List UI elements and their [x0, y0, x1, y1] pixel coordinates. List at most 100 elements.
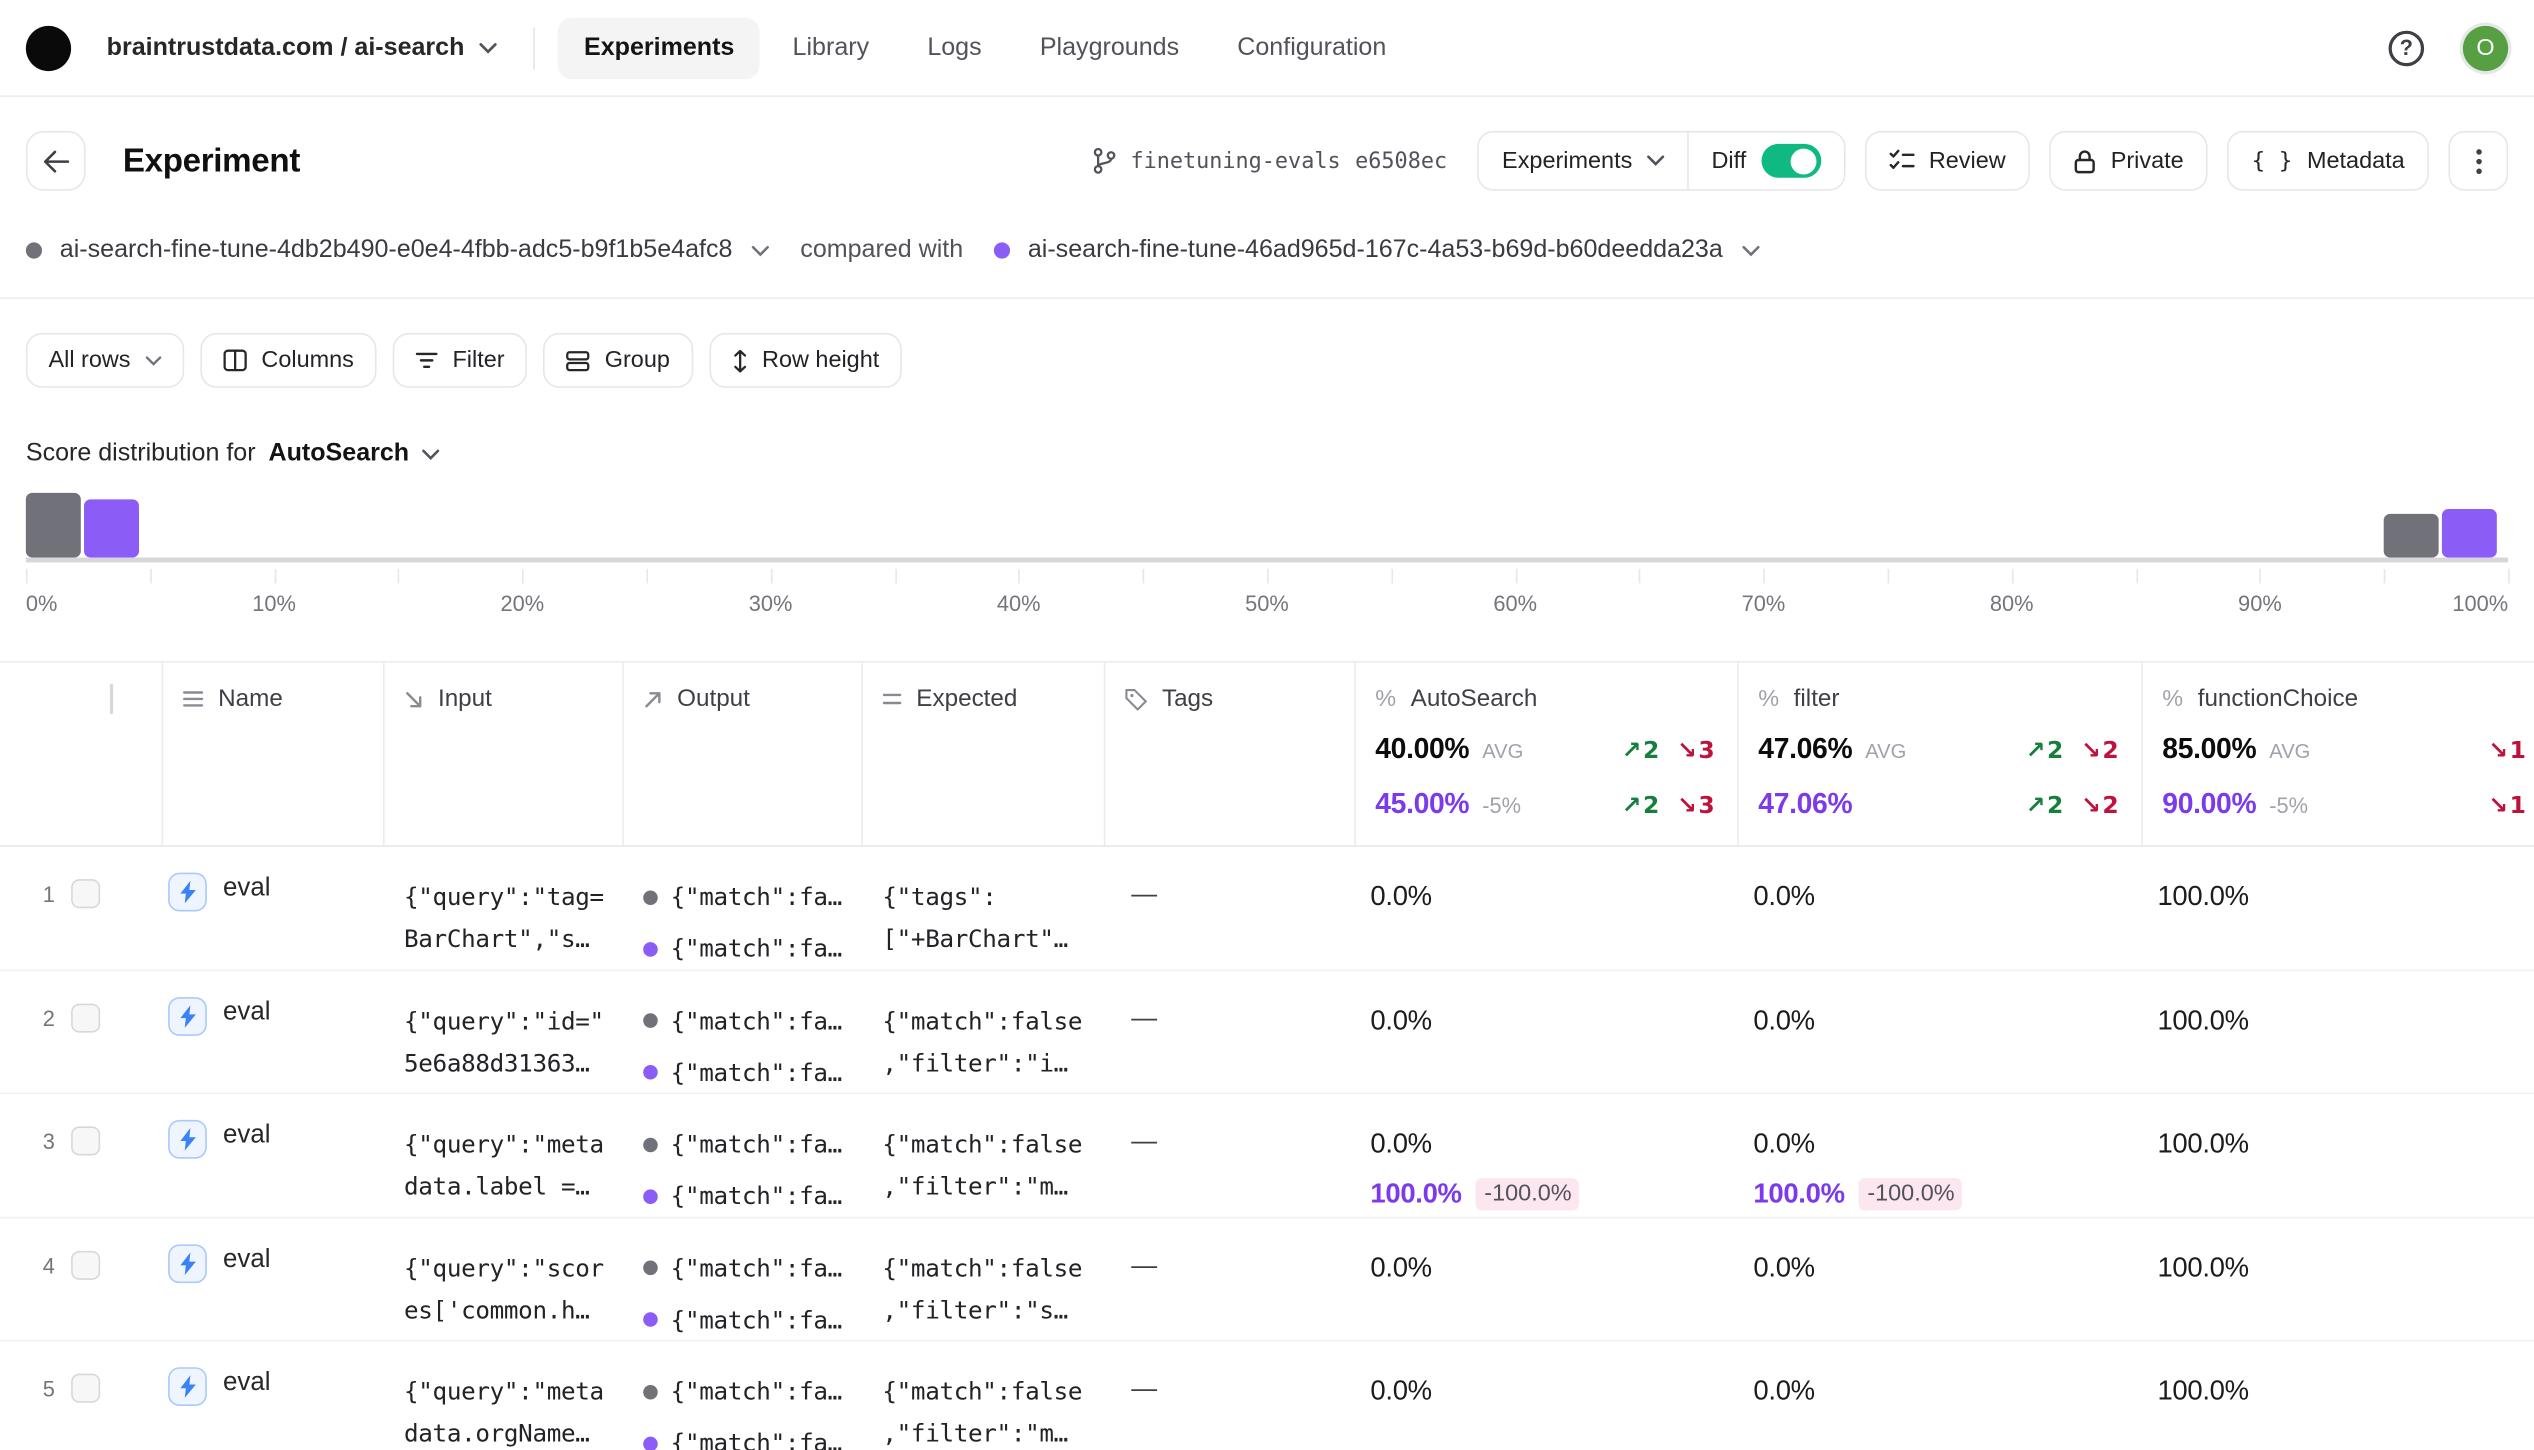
- score-distribution-selector[interactable]: Score distribution for AutoSearch: [26, 440, 440, 469]
- column-header-filter[interactable]: % filter 47.06% AVG 2 2 47.06% 2 2: [1737, 662, 2141, 846]
- column-header-output[interactable]: Output: [622, 662, 861, 846]
- row-height-label: Row height: [762, 347, 880, 374]
- row-checkbox[interactable]: [71, 1126, 101, 1156]
- percent-icon: %: [2162, 686, 2184, 712]
- histogram-bar: [2441, 509, 2497, 558]
- more-menu-button[interactable]: [2448, 130, 2509, 191]
- git-branch-info[interactable]: finetuning-evals e6508ec: [1092, 147, 1447, 174]
- axis-tick-label: 60%: [1493, 591, 1538, 616]
- improvements-count: 2: [1622, 793, 1659, 819]
- row-checkbox[interactable]: [71, 1002, 101, 1032]
- row-checkbox[interactable]: [71, 1373, 101, 1403]
- row-name: eval: [223, 1245, 271, 1273]
- input-cell: {"query":"id=" 5e6a88d31363…: [404, 1006, 604, 1078]
- output-cell: {"match":fa… {"match":fa…: [622, 1218, 861, 1340]
- app-window: braintrustdata.com / ai-search Experimen…: [0, 0, 2534, 1450]
- row-name: eval: [223, 874, 271, 902]
- axis-tick: [274, 568, 277, 584]
- table-row[interactable]: 3 eval {"query":"meta data.label =… {"mat…: [0, 1094, 2534, 1218]
- input-cell: {"query":"tag= BarChart","s…: [404, 882, 604, 954]
- select-all-checkbox[interactable]: [109, 683, 114, 715]
- score-distribution-label: Score distribution for: [25, 439, 256, 468]
- tab-configuration[interactable]: Configuration: [1211, 17, 1412, 78]
- output-cell: {"match":fa… {"match":fa…: [622, 970, 861, 1092]
- histogram-bar: [84, 499, 139, 558]
- percent-icon: %: [1375, 686, 1397, 712]
- experiments-diff-group: Experiments Diff: [1477, 130, 1845, 191]
- table-row[interactable]: 4 eval {"query":"scor es['common.h… {"mat…: [0, 1218, 2534, 1342]
- all-rows-dropdown[interactable]: All rows: [25, 332, 184, 388]
- name-cell: eval: [162, 970, 383, 1092]
- columns-button[interactable]: Columns: [200, 332, 377, 388]
- filter-score-cell: 0.0%: [1753, 880, 1815, 912]
- breadcrumb[interactable]: braintrustdata.com / ai-search: [107, 33, 499, 62]
- breadcrumb-label: braintrustdata.com / ai-search: [106, 33, 465, 61]
- eval-lightning-icon: [168, 996, 207, 1036]
- tags-cell: —: [1131, 880, 1158, 909]
- expected-cell: {"tags": ["+BarChart"…: [882, 882, 1068, 954]
- private-label: Private: [2110, 147, 2184, 174]
- column-header-autosearch[interactable]: % AutoSearch 40.00% AVG 2 3 45.00% -5% 2…: [1354, 662, 1737, 846]
- diff-toggle[interactable]: [1760, 143, 1821, 178]
- comparison-row: ai-search-fine-tune-4db2b490-e0e4-4fbb-a…: [0, 213, 2534, 299]
- table-row[interactable]: 5 eval {"query":"meta data.orgName… {"mat…: [0, 1341, 2534, 1450]
- chevron-down-icon: [1647, 155, 1665, 166]
- axis-tick-label: 80%: [1989, 591, 2034, 616]
- private-button[interactable]: Private: [2049, 130, 2208, 191]
- review-button[interactable]: Review: [1864, 130, 2030, 191]
- base-experiment-dot: [25, 242, 43, 259]
- table-toolbar: All rows Columns Filter Group Row height: [0, 299, 2534, 388]
- row-number: 3: [42, 1129, 55, 1154]
- avg-label: AVG: [1865, 740, 1907, 763]
- metadata-button[interactable]: { } Metadata: [2227, 130, 2429, 191]
- column-header-expected[interactable]: Expected: [861, 662, 1103, 846]
- table-row[interactable]: 1 eval {"query":"tag= BarChart","s… {"mat…: [0, 847, 2534, 971]
- base-output-dot: [643, 889, 658, 905]
- chevron-down-icon: [479, 41, 498, 54]
- column-header-functionchoice[interactable]: % functionChoice 85.00% AVG 1 90.00% -5%…: [2141, 662, 2534, 846]
- comparison-experiment-select[interactable]: ai-search-fine-tune-46ad965d-167c-4a53-b…: [993, 236, 1760, 265]
- column-header-name[interactable]: Name: [161, 662, 383, 846]
- column-label: Tags: [1161, 685, 1214, 713]
- filter-button[interactable]: Filter: [392, 332, 528, 388]
- braintrust-logo[interactable]: [25, 25, 72, 71]
- tag-icon: [1125, 688, 1148, 711]
- tab-experiments[interactable]: Experiments: [558, 16, 761, 79]
- row-checkbox[interactable]: [71, 1250, 101, 1280]
- compared-with-label: compared with: [800, 235, 964, 264]
- score-distribution-score-name: AutoSearch: [268, 439, 410, 468]
- tab-library[interactable]: Library: [767, 17, 895, 78]
- axis-tick: [2508, 568, 2510, 584]
- filter-icon: [415, 351, 438, 370]
- table-row[interactable]: 2 eval {"query":"id=" 5e6a88d31363… {"mat…: [0, 970, 2534, 1095]
- topnav-right: ? O: [2388, 25, 2509, 71]
- avatar[interactable]: O: [2462, 25, 2509, 71]
- page-title: Experiment: [122, 141, 301, 179]
- select-all-cell: [0, 663, 162, 846]
- base-experiment-select[interactable]: ai-search-fine-tune-4db2b490-e0e4-4fbb-a…: [25, 236, 770, 265]
- improvements-count: 2: [2026, 793, 2063, 819]
- row-height-button[interactable]: Row height: [708, 332, 902, 388]
- row-number: 5: [42, 1376, 55, 1402]
- page-header: Experiment finetuning-evals e6508ec Expe…: [0, 97, 2534, 213]
- help-icon[interactable]: ?: [2388, 29, 2425, 66]
- row-checkbox[interactable]: [71, 879, 101, 909]
- base-output-dot: [643, 1384, 658, 1399]
- comparison-output-dot: [643, 1188, 658, 1204]
- row-name: eval: [223, 997, 271, 1026]
- group-button[interactable]: Group: [543, 332, 693, 388]
- axis-tick: [397, 568, 400, 584]
- back-button[interactable]: [25, 130, 86, 191]
- input-cell: {"query":"meta data.label =…: [404, 1129, 604, 1201]
- axis-tick: [2012, 568, 2014, 584]
- comparison-avg-score: 47.06%: [1758, 787, 1853, 820]
- column-header-tags[interactable]: Tags: [1103, 662, 1354, 846]
- column-header-input[interactable]: Input: [383, 662, 622, 846]
- review-label: Review: [1928, 147, 2006, 174]
- all-rows-label: All rows: [48, 347, 131, 374]
- tab-logs[interactable]: Logs: [901, 17, 1007, 78]
- axis-tick-label: 20%: [500, 591, 545, 616]
- axis-tick-label: 70%: [1741, 591, 1786, 616]
- experiments-dropdown[interactable]: Experiments: [1479, 133, 1687, 190]
- tab-playgrounds[interactable]: Playgrounds: [1014, 17, 1205, 78]
